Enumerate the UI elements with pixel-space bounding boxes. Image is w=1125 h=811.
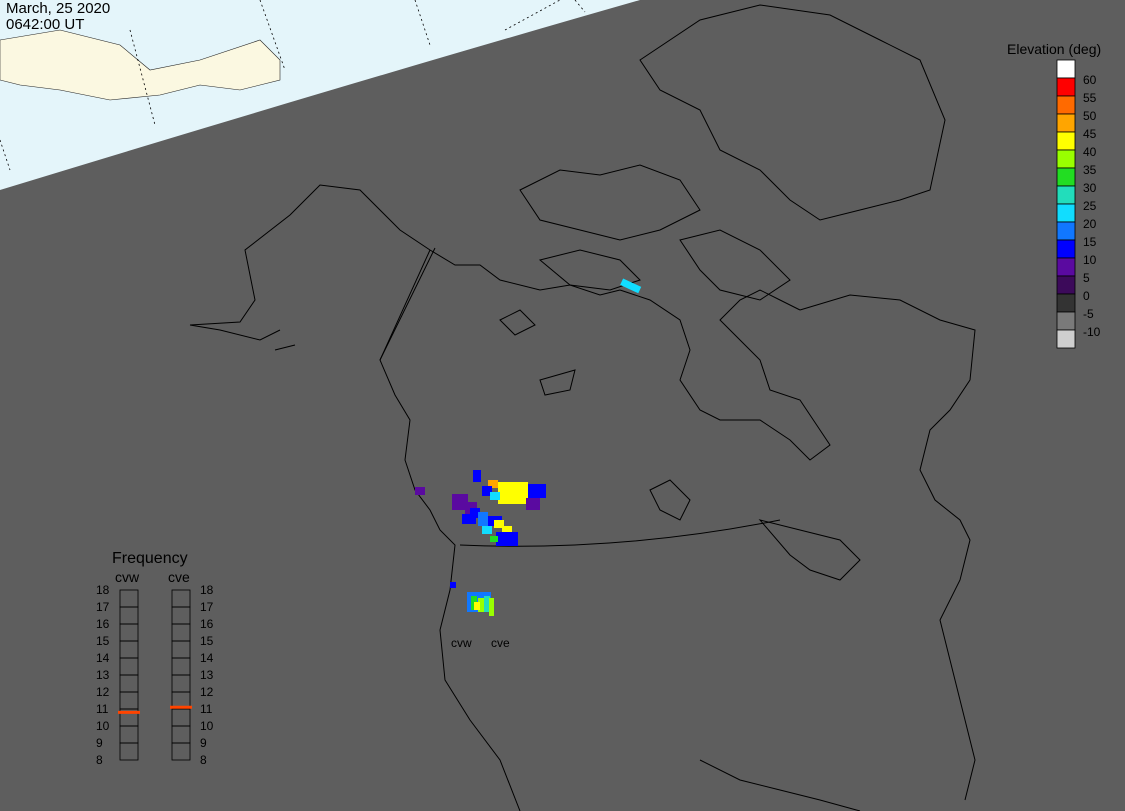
coastlines [189, 4, 976, 811]
scale-swatch [1056, 293, 1076, 313]
scale-label: -10 [1083, 325, 1101, 339]
scale-label: 30 [1083, 181, 1097, 195]
frequency-tick-label: 17 [200, 600, 214, 614]
radar-echoes [415, 278, 642, 616]
borders [379, 247, 781, 547]
frequency-cell [171, 674, 191, 693]
scale-label: 55 [1083, 91, 1097, 105]
scale-label: 45 [1083, 127, 1097, 141]
frequency-cell [171, 640, 191, 659]
frequency-title: Frequency [112, 550, 188, 567]
scale-swatch [1056, 329, 1076, 349]
frequency-cell [171, 606, 191, 625]
frequency-cell [171, 742, 191, 761]
frequency-cell [171, 708, 191, 727]
scale-label: 10 [1083, 253, 1097, 267]
scale-swatch [1056, 185, 1076, 205]
scale-label: 40 [1083, 145, 1097, 159]
timestamp-date: March, 25 2020 [6, 0, 111, 17]
scale-label: 35 [1083, 163, 1097, 177]
frequency-tick-label: 17 [96, 600, 110, 614]
scale-swatch [1056, 131, 1076, 151]
scale-label: -5 [1083, 307, 1094, 321]
frequency-tick-label: 8 [200, 753, 207, 767]
frequency-cell [119, 657, 139, 676]
frequency-cell [119, 623, 139, 642]
scale-label: 0 [1083, 289, 1090, 303]
scale-label: 15 [1083, 235, 1097, 249]
scale-label: 60 [1083, 73, 1097, 87]
frequency-cell [171, 589, 191, 608]
frequency-tick-label: 15 [96, 634, 110, 648]
scale-swatch [1056, 257, 1076, 277]
scale-swatch [1056, 59, 1076, 79]
frequency-tick-label: 18 [200, 583, 214, 597]
frequency-tick-label: 13 [96, 668, 110, 682]
scale-swatch [1056, 311, 1076, 331]
frequency-cve-label: cve [168, 569, 190, 585]
frequency-tick-label: 10 [200, 719, 214, 733]
scale-swatch [1056, 149, 1076, 169]
frequency-cell [119, 606, 139, 625]
frequency-tick-label: 18 [96, 583, 110, 597]
frequency-cell [119, 691, 139, 710]
frequency-tick-label: 9 [200, 736, 207, 750]
scale-label: 5 [1083, 271, 1090, 285]
frequency-cvw-label: cvw [115, 569, 140, 585]
frequency-tick-label: 11 [96, 702, 109, 716]
scale-label: 50 [1083, 109, 1097, 123]
elevation-color-scale [1056, 59, 1076, 349]
frequency-tick-label: 16 [200, 617, 214, 631]
frequency-tick-label: 12 [200, 685, 214, 699]
scale-swatch [1056, 221, 1076, 241]
frequency-tick-label: 15 [200, 634, 214, 648]
elevation-scale-title: Elevation (deg) [1007, 41, 1102, 57]
frequency-tick-label: 13 [200, 668, 214, 682]
frequency-cell [119, 640, 139, 659]
frequency-tick-label: 12 [96, 685, 110, 699]
frequency-tick-label: 14 [96, 651, 110, 665]
scale-swatch [1056, 113, 1076, 133]
scale-label: 20 [1083, 217, 1097, 231]
radar-label-cve: cve [491, 636, 510, 650]
frequency-tick-label: 11 [200, 702, 213, 716]
frequency-tick-label: 16 [96, 617, 110, 631]
frequency-cell [171, 725, 191, 744]
timestamp-time: 0642:00 UT [6, 16, 85, 33]
frequency-cell [119, 742, 139, 761]
frequency-cell [171, 657, 191, 676]
frequency-cell [119, 725, 139, 744]
scale-swatch [1056, 275, 1076, 295]
frequency-tick-label: 9 [96, 736, 103, 750]
frequency-tick-label: 14 [200, 651, 214, 665]
frequency-tick-label: 10 [96, 719, 110, 733]
scale-swatch [1056, 203, 1076, 223]
frequency-cell [119, 589, 139, 608]
radar-label-cvw: cvw [451, 636, 472, 650]
frequency-panel [118, 589, 192, 761]
frequency-cell [119, 674, 139, 693]
scale-swatch [1056, 77, 1076, 97]
scale-label: 25 [1083, 199, 1097, 213]
scale-swatch [1056, 95, 1076, 115]
scale-swatch [1056, 167, 1076, 187]
scale-swatch [1056, 239, 1076, 259]
frequency-cell [171, 623, 191, 642]
map-canvas [0, 0, 1076, 811]
frequency-tick-label: 8 [96, 753, 103, 767]
